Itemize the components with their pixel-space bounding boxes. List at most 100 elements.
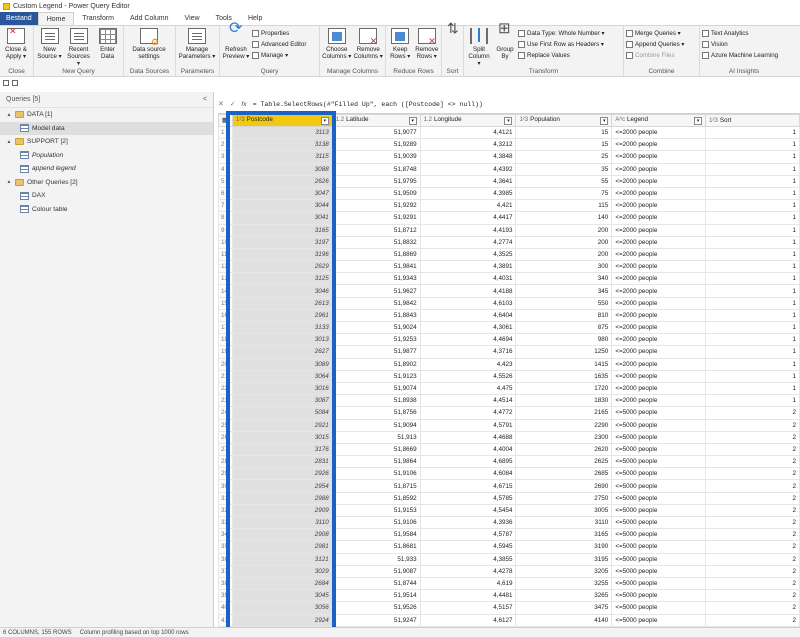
cell-postcode[interactable]: 2627 — [231, 345, 333, 359]
query-item-dax[interactable]: DAX — [0, 189, 213, 203]
tab-help[interactable]: Help — [240, 12, 270, 25]
cell-legend[interactable]: <=2000 people — [611, 223, 707, 237]
table-row[interactable]: 22 3016 51,9074 4,475 1720 <=2000 people 1 — [218, 381, 800, 396]
table-row[interactable]: 25 2921 51,9094 4,5791 2290 <=5000 people 2 — [218, 418, 800, 432]
cell-latitude[interactable]: 51,9584 — [331, 528, 421, 542]
filter-dropdown-icon[interactable]: ▾ — [600, 117, 609, 125]
cell-population[interactable]: 15 — [515, 138, 613, 152]
cell-latitude[interactable]: 51,9514 — [331, 589, 421, 603]
table-row[interactable]: 20 3089 51,8902 4,423 1415 <=2000 people 1 — [218, 357, 800, 371]
cell-legend[interactable]: <=2000 people — [611, 345, 707, 359]
cell-postcode[interactable]: 3089 — [231, 357, 333, 371]
table-row[interactable]: 10 3197 51,8832 4,2774 200 <=2000 people 1 — [218, 235, 800, 249]
cell-latitude[interactable]: 51,9094 — [331, 418, 421, 432]
whole-number-type-icon[interactable]: 1²3 — [236, 117, 245, 123]
cell-sort[interactable]: 2 — [705, 613, 800, 627]
cell-sort[interactable]: 1 — [705, 186, 800, 201]
cell-longitude[interactable]: 4,3855 — [419, 552, 517, 566]
table-row[interactable]: 15 2613 51,9842 4,6103 550 <=2000 people 1 — [218, 296, 800, 310]
tab-transform[interactable]: Transform — [74, 12, 122, 25]
cell-longitude[interactable]: 4,475 — [419, 381, 517, 396]
cell-population[interactable]: 75 — [515, 186, 613, 201]
cell-latitude[interactable]: 51,9074 — [331, 381, 421, 396]
cell-population[interactable]: 25 — [515, 150, 613, 164]
cell-sort[interactable]: 1 — [705, 284, 800, 298]
cell-legend[interactable]: <=5000 people — [611, 442, 707, 457]
cell-latitude[interactable]: 51,9123 — [331, 369, 421, 383]
tab-view[interactable]: View — [177, 12, 208, 25]
cell-postcode[interactable]: 2921 — [231, 418, 333, 432]
cell-longitude[interactable]: 4,6084 — [419, 467, 517, 481]
cell-population[interactable]: 200 — [515, 235, 613, 249]
cell-sort[interactable]: 2 — [705, 430, 800, 444]
table-row[interactable]: 21 3064 51,9123 4,5526 1635 <=2000 people 1 — [218, 369, 800, 383]
cell-longitude[interactable]: 4,6715 — [419, 479, 517, 493]
cell-legend[interactable]: <=5000 people — [611, 491, 707, 505]
cell-sort[interactable]: 1 — [705, 345, 800, 359]
use-first-row-button[interactable]: Use First Row as Headers ▾ — [518, 40, 605, 49]
manage-button[interactable]: Manage ▾ — [252, 51, 306, 60]
cell-sort[interactable]: 2 — [705, 576, 800, 591]
cell-longitude[interactable]: 4,4188 — [419, 284, 517, 298]
cell-sort[interactable]: 1 — [705, 235, 800, 249]
cell-population[interactable]: 4140 — [515, 613, 613, 627]
cell-sort[interactable]: 2 — [705, 528, 800, 542]
cell-population[interactable]: 3165 — [515, 528, 613, 542]
cell-latitude[interactable]: 51,8592 — [331, 491, 421, 505]
cancel-formula-button[interactable]: ✕ — [218, 100, 224, 108]
cell-longitude[interactable]: 4,6404 — [419, 308, 517, 323]
cell-sort[interactable]: 2 — [705, 479, 800, 493]
cell-legend[interactable]: <=5000 people — [611, 564, 707, 578]
decimal-type-icon[interactable]: 1.2 — [424, 117, 432, 123]
cell-population[interactable]: 810 — [515, 308, 613, 323]
cell-population[interactable]: 550 — [515, 296, 613, 310]
cell-postcode[interactable]: 3176 — [231, 442, 333, 457]
cell-legend[interactable]: <=2000 people — [611, 308, 707, 323]
cell-longitude[interactable]: 4,4772 — [419, 406, 517, 420]
cell-longitude[interactable]: 4,4481 — [419, 589, 517, 603]
cell-population[interactable]: 2165 — [515, 406, 613, 420]
cell-longitude[interactable]: 4,4688 — [419, 430, 517, 444]
cell-legend[interactable]: <=2000 people — [611, 138, 707, 152]
cell-population[interactable]: 1720 — [515, 381, 613, 396]
cell-population[interactable]: 140 — [515, 211, 613, 225]
cell-sort[interactable]: 1 — [705, 260, 800, 274]
cell-longitude[interactable]: 4,5157 — [419, 601, 517, 615]
table-row[interactable]: 30 2954 51,8715 4,6715 2690 <=5000 people 2 — [218, 479, 800, 493]
cell-postcode[interactable]: 3196 — [231, 247, 333, 262]
cell-population[interactable]: 345 — [515, 284, 613, 298]
cell-sort[interactable]: 1 — [705, 150, 800, 164]
table-row[interactable]: 1 3113 51,9077 4,4121 15 <=2000 people 1 — [218, 125, 800, 140]
cell-postcode[interactable]: 3125 — [231, 272, 333, 286]
cell-longitude[interactable]: 4,6127 — [419, 613, 517, 627]
cell-latitude[interactable]: 51,8756 — [331, 406, 421, 420]
cell-sort[interactable]: 2 — [705, 540, 800, 554]
cell-postcode[interactable]: 5084 — [231, 406, 333, 420]
cell-longitude[interactable]: 4,423 — [419, 357, 517, 371]
table-row[interactable]: 3 3115 51,9039 4,3848 25 <=2000 people 1 — [218, 150, 800, 164]
table-corner-button[interactable]: ▦ — [218, 114, 233, 127]
column-header-latitude[interactable]: 1.2 Latitude ▾ — [331, 114, 421, 127]
cell-sort[interactable]: 2 — [705, 455, 800, 469]
cell-legend[interactable]: <=2000 people — [611, 320, 707, 335]
cell-legend[interactable]: <=2000 people — [611, 150, 707, 164]
cell-legend[interactable]: <=2000 people — [611, 162, 707, 176]
cell-postcode[interactable]: 3121 — [231, 552, 333, 566]
cell-latitude[interactable]: 51,8843 — [331, 308, 421, 323]
text-analytics-button[interactable]: Text Analytics — [702, 29, 778, 38]
collapse-pane-button[interactable]: < — [203, 96, 207, 103]
cell-longitude[interactable]: 4,4392 — [419, 162, 517, 176]
cell-latitude[interactable]: 51,9039 — [331, 150, 421, 164]
cell-legend[interactable]: <=5000 people — [611, 552, 707, 566]
cell-postcode[interactable]: 3013 — [231, 333, 333, 347]
cell-population[interactable]: 340 — [515, 272, 613, 286]
cell-latitude[interactable]: 51,9795 — [331, 174, 421, 188]
cell-population[interactable]: 1635 — [515, 369, 613, 383]
cell-postcode[interactable]: 2954 — [231, 479, 333, 493]
cell-postcode[interactable]: 3046 — [231, 284, 333, 298]
cell-latitude[interactable]: 51,9877 — [331, 345, 421, 359]
tab-add-column[interactable]: Add Column — [122, 12, 177, 25]
append-queries-button[interactable]: Append Queries ▾ — [626, 40, 685, 49]
cell-sort[interactable]: 1 — [705, 296, 800, 310]
cell-sort[interactable]: 2 — [705, 589, 800, 603]
